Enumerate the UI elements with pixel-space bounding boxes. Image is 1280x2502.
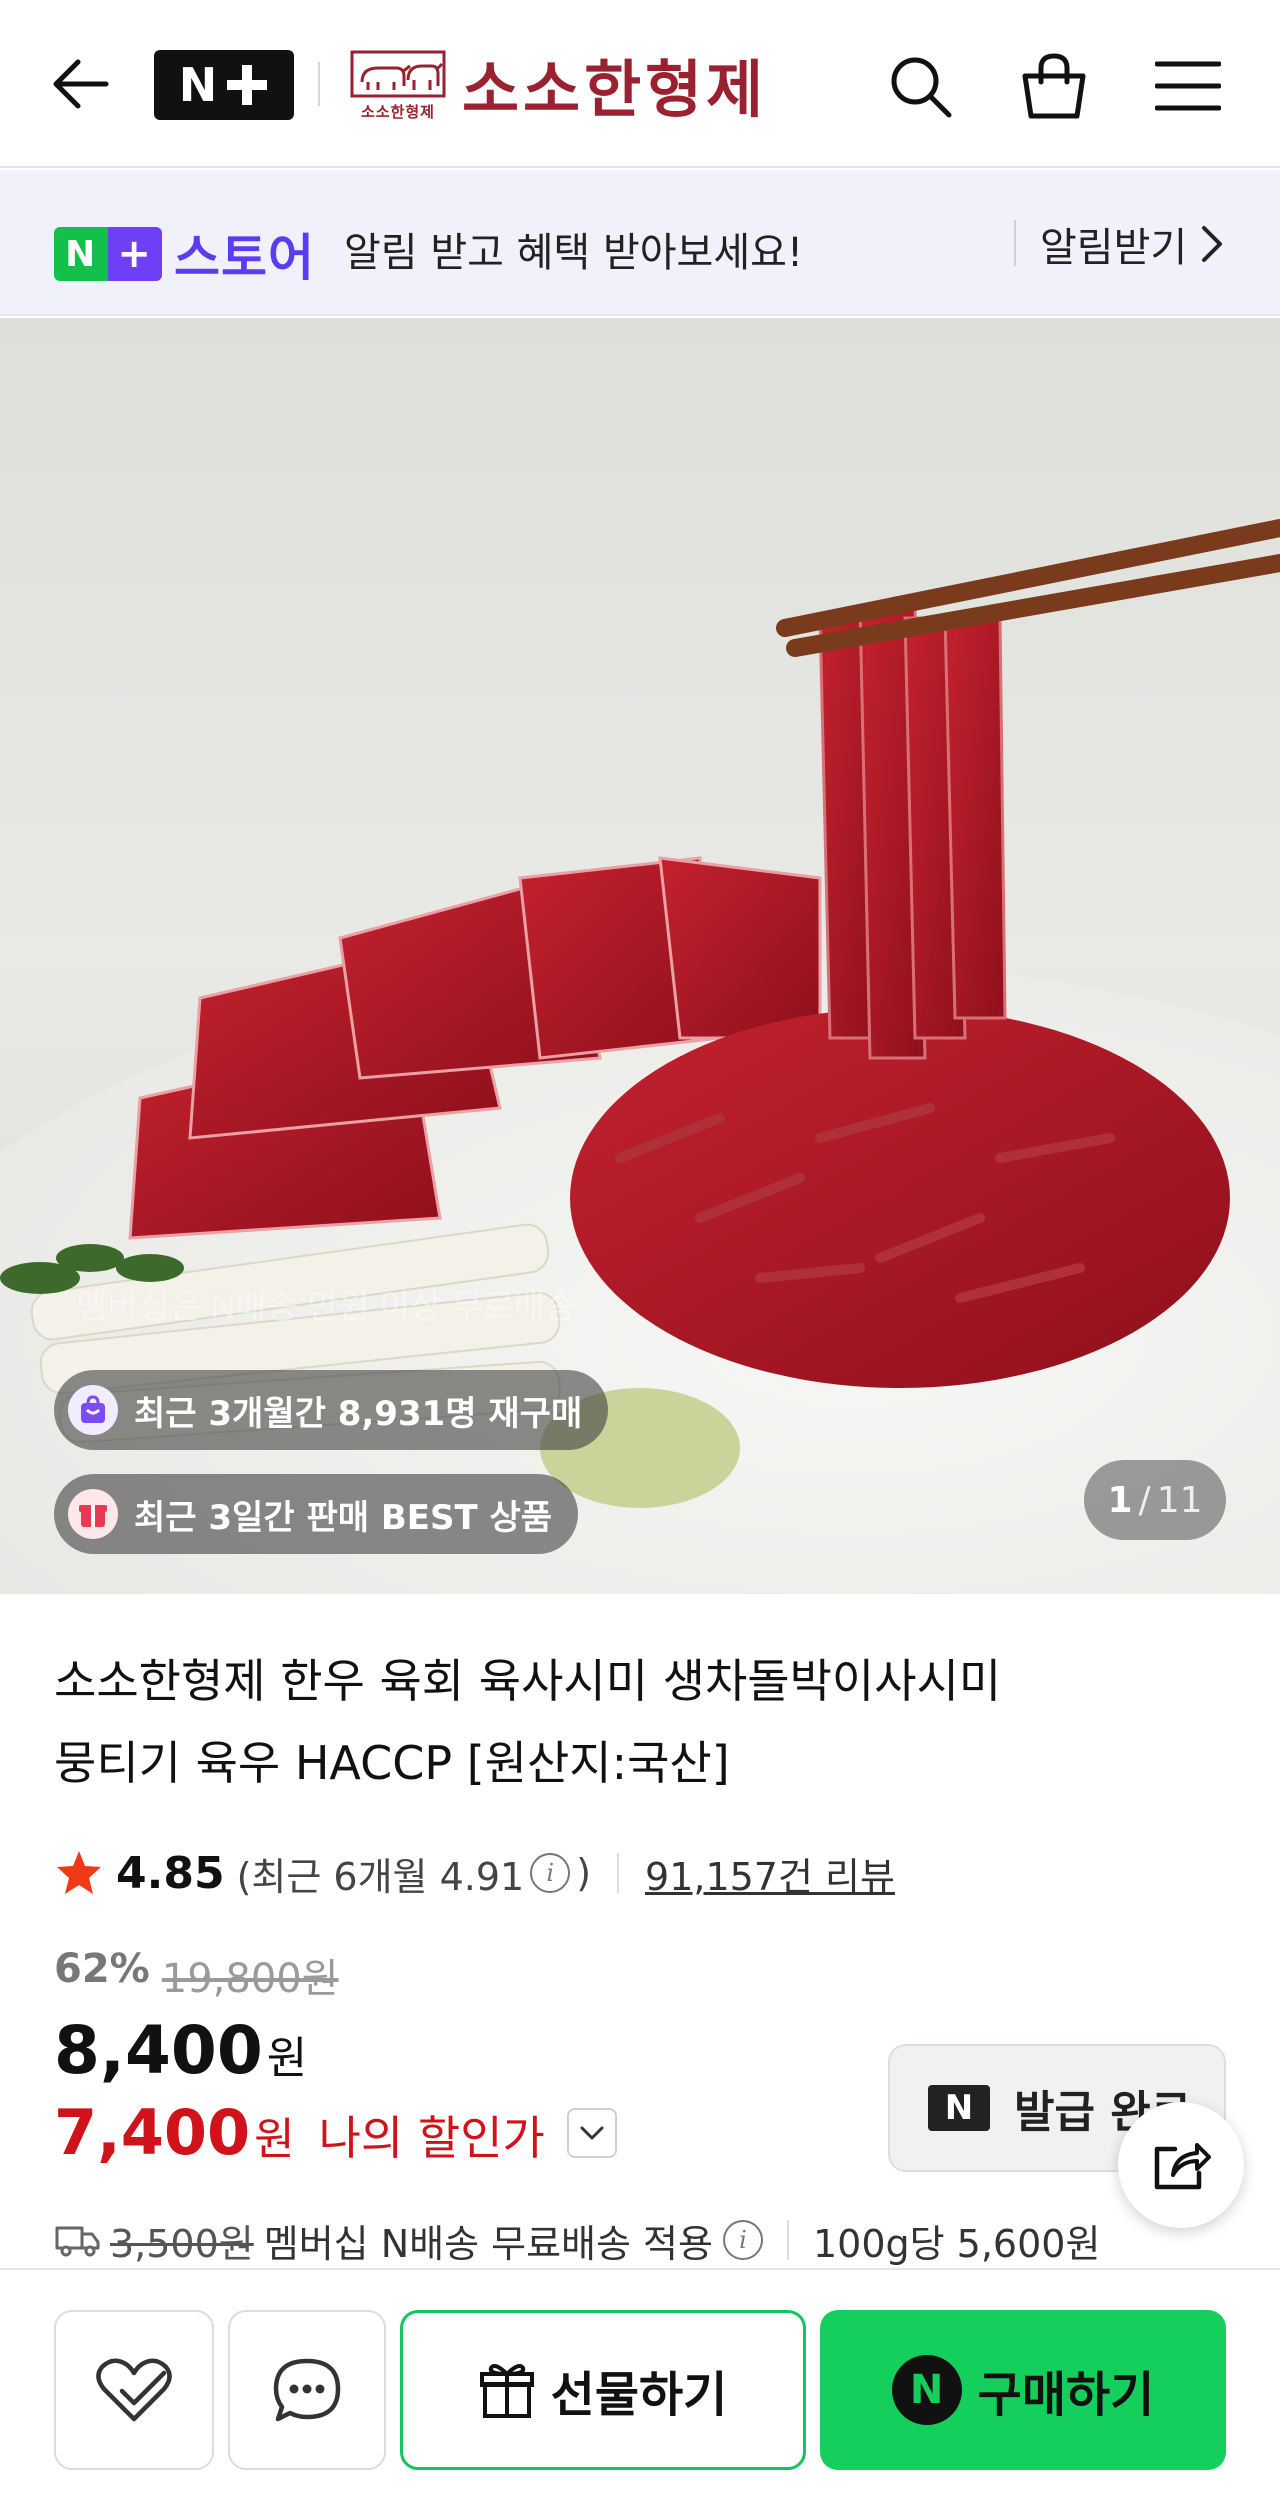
my-discount-price: 7,400 원 나의 할인가 [54,2096,617,2169]
search-icon [891,57,952,118]
repurchase-badge: 최근 3개월간 8,931명 재구매 [54,1370,609,1450]
product-title-line1: 소소한형제 한우 육회 육사시미 생차돌박이사시미 [54,1654,1002,1708]
my-price-label: 나의 할인가 [318,2111,545,2165]
naver-plus-badge: N + [54,227,162,281]
rating-row: 4.85 (최근 6개월 4.91 i ) 91,157건 리뷰 [54,1838,895,1908]
buy-button[interactable]: N 구매하기 [820,2310,1226,2470]
menu-button[interactable] [1146,44,1230,128]
page-separator: / [1138,1479,1151,1521]
my-price-value: 7,400 [54,2096,251,2169]
repurchase-badge-text: 최근 3개월간 8,931명 재구매 [134,1393,583,1434]
rating-score: 4.85 [116,1847,225,1899]
brand-logo[interactable]: 소소한형제 소소한형제 [348,42,767,126]
brand-name: 소소한형제 [462,53,768,126]
back-button[interactable] [44,44,114,124]
recent-rating-close: ) [576,1851,592,1895]
chat-bubble-icon [273,2358,341,2422]
recent-rating: (최근 6개월 4.91 i ) [237,1846,591,1901]
sale-price: 8,400 원 [54,2012,307,2089]
info-icon[interactable]: i [530,1853,571,1893]
my-price-currency: 원 [254,2114,295,2165]
shipping-divider [786,2220,789,2260]
recent-rating-text: (최근 6개월 4.91 [236,1854,525,1899]
original-price: 19,800원 [161,1956,339,2002]
star-icon [57,1851,101,1894]
product-title: 소소한형제 한우 육회 육사시미 생차돌박이사시미 뭉티기 육우 HACCP [… [54,1640,1214,1804]
naver-n-glyph: N [178,58,218,112]
hamburger-menu-icon [1155,61,1221,111]
shipping-row: 3,500원 멤버십 N배송 무료배송 적용 i 100g당 5,600원 [54,2208,1100,2272]
back-arrow-icon [53,59,109,109]
search-button[interactable] [878,44,962,128]
current-page: 1 [1107,1479,1133,1521]
shipping-fee: 3,500원 [110,2221,254,2266]
best-seller-badge-text: 최근 3일간 판매 BEST 상품 [134,1497,553,1538]
top-header: N+ N 소소한형제 소소한형제 [0,0,1280,168]
buy-button-label: 구매하기 [977,2367,1155,2423]
store-label: 스토어 [174,229,315,287]
naver-pay-icon: N [891,2355,962,2425]
review-count-link[interactable]: 91,157건 리뷰 [645,1846,895,1901]
subscribe-alert-label: 알림받기 [1040,225,1188,271]
logo-divider [318,62,320,106]
notice-divider [1014,220,1016,266]
notification-banner: N + 스토어 알림 받고 혜택 받아보세요! 알림받기 [0,170,1280,316]
delivery-truck-icon [55,2226,100,2257]
gift-button[interactable]: 선물하기 [400,2310,806,2470]
discount-row: 62% 19,800원 [54,1946,339,2004]
discount-rate: 62% [54,1946,150,1992]
brand-emblem-text: 소소한형제 [360,103,435,121]
total-pages: 11 [1156,1479,1203,1521]
shipping-info-icon[interactable]: i [722,2220,763,2260]
wishlist-button[interactable] [54,2310,214,2470]
unit-price: 100g당 5,600원 [812,2221,1101,2266]
naver-plus-logo[interactable]: N+ N [154,50,294,120]
gift-icon [479,2364,534,2418]
hero-watermark: 멤버십은 N배송 만원 이상 무료배송 [76,1288,576,1326]
my-price-expand-button[interactable] [566,2107,617,2158]
heart-icon [96,2358,172,2422]
bottom-action-bar: 선물하기 N 구매하기 [0,2268,1280,2502]
subscribe-alert-button[interactable]: 알림받기 [1040,214,1223,274]
sale-price-value: 8,400 [54,2012,263,2089]
chevron-right-icon [1202,226,1223,262]
cow-emblem-icon: 소소한형제 [348,46,448,122]
plus-icon [225,63,269,107]
image-page-indicator: 1 / 11 [1084,1460,1226,1540]
gift-box-badge-icon [68,1489,118,1539]
rating-divider [617,1853,620,1893]
share-icon [1154,2143,1211,2190]
gift-button-label: 선물하기 [550,2367,728,2423]
shopping-bag-badge-icon [68,1385,118,1435]
cart-button[interactable] [1012,44,1096,128]
best-seller-badge: 최근 3일간 판매 BEST 상품 [54,1474,579,1554]
talk-talk-button[interactable] [228,2310,386,2470]
naver-plus-store-logo: N + 스토어 [54,218,315,290]
naver-n-icon: N [928,2085,990,2131]
sale-price-currency: 원 [266,2033,308,2084]
share-button[interactable] [1118,2102,1244,2228]
chevron-down-icon [580,2126,604,2139]
shipping-text: 멤버십 N배송 무료배송 적용 [263,2221,713,2266]
shopping-bag-icon [1022,53,1086,119]
product-title-line2: 뭉티기 육우 HACCP [원산지:국산] [54,1736,730,1790]
notice-message: 알림 받고 혜택 받아보세요! [344,230,803,276]
